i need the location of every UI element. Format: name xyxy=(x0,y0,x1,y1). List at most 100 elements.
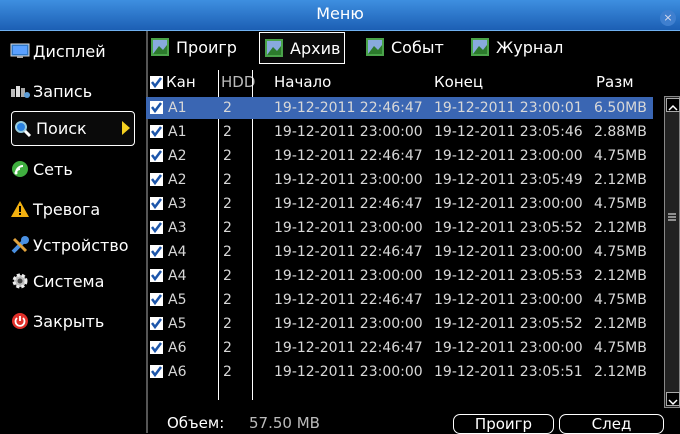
sidebar: Дисплей Запись Поиск Сеть Тревога Устрой… xyxy=(0,31,148,433)
cell-end: 19-12-2011 23:05:52 xyxy=(434,316,583,332)
row-checkbox[interactable] xyxy=(150,341,163,354)
scroll-thumb[interactable] xyxy=(668,207,676,221)
cell-channel: A5 xyxy=(168,292,187,308)
sidebar-item-network[interactable]: Сеть xyxy=(9,153,145,185)
network-icon xyxy=(9,158,31,180)
row-checkbox[interactable] xyxy=(150,293,163,306)
play-button[interactable]: Проигр xyxy=(453,414,554,434)
cell-size: 2.12MB xyxy=(594,268,647,284)
row-checkbox[interactable] xyxy=(150,269,163,282)
volume-label: Объем: xyxy=(167,414,225,432)
tools-icon xyxy=(9,234,31,256)
cell-size: 2.12MB xyxy=(594,316,647,332)
row-checkbox[interactable] xyxy=(150,317,163,330)
cell-hdd: 2 xyxy=(223,268,232,284)
sidebar-item-system[interactable]: Система xyxy=(9,265,145,297)
row-checkbox[interactable] xyxy=(150,101,163,114)
cell-end: 19-12-2011 23:05:51 xyxy=(434,364,583,380)
cell-end: 19-12-2011 23:00:00 xyxy=(434,196,583,212)
next-button[interactable]: След xyxy=(559,414,664,434)
close-icon[interactable]: × xyxy=(660,10,676,26)
tab-label: Событ xyxy=(391,37,444,57)
cell-size: 4.75MB xyxy=(594,196,647,212)
table-row[interactable]: A6 2 19-12-2011 23:00:00 19-12-2011 23:05:5… xyxy=(146,361,653,383)
row-checkbox[interactable] xyxy=(150,245,163,258)
table-row[interactable]: A1 2 19-12-2011 23:00:00 19-12-2011 23:05:4… xyxy=(146,121,653,143)
table-row[interactable]: A6 2 19-12-2011 22:46:47 19-12-2011 23:00:0… xyxy=(146,337,653,359)
tab-journal[interactable]: Журнал xyxy=(470,33,563,61)
sidebar-item-record[interactable]: Запись xyxy=(9,75,145,107)
dvr-menu-window: Меню × Дисплей Запись Поиск Сеть Тревога… xyxy=(0,0,680,434)
sidebar-item-search[interactable]: Поиск xyxy=(11,111,135,146)
sidebar-item-label: Дисплей xyxy=(33,41,106,61)
tab-playback[interactable]: Проигр xyxy=(150,33,237,61)
title-bar: Меню × xyxy=(0,0,680,31)
table-row[interactable]: A5 2 19-12-2011 23:00:00 19-12-2011 23:05:5… xyxy=(146,313,653,335)
cell-hdd: 2 xyxy=(223,196,232,212)
cell-end: 19-12-2011 23:00:00 xyxy=(434,340,583,356)
scrollbar[interactable] xyxy=(664,96,680,408)
table-row[interactable]: A4 2 19-12-2011 23:00:00 19-12-2011 23:05:5… xyxy=(146,265,653,287)
cell-end: 19-12-2011 23:00:00 xyxy=(434,292,583,308)
cell-end: 19-12-2011 23:05:49 xyxy=(434,172,583,188)
cell-hdd: 2 xyxy=(223,100,232,116)
cell-hdd: 2 xyxy=(223,292,232,308)
sidebar-item-label: Закрыть xyxy=(33,311,105,331)
image-icon xyxy=(265,39,283,57)
gear-icon xyxy=(9,270,31,292)
cell-channel: A4 xyxy=(168,268,187,284)
search-icon xyxy=(12,118,34,140)
tab-archive[interactable]: Архив xyxy=(259,32,346,64)
cell-hdd: 2 xyxy=(223,316,232,332)
table-row[interactable]: A5 2 19-12-2011 22:46:47 19-12-2011 23:00:0… xyxy=(146,289,653,311)
cell-start: 19-12-2011 22:46:47 xyxy=(274,292,423,308)
row-checkbox[interactable] xyxy=(150,197,163,210)
scroll-down-icon[interactable] xyxy=(666,392,680,406)
cell-start: 19-12-2011 23:00:00 xyxy=(274,316,423,332)
cell-hdd: 2 xyxy=(223,244,232,260)
tab-events[interactable]: Событ xyxy=(365,33,444,61)
row-checkbox[interactable] xyxy=(150,365,163,378)
sidebar-item-alarm[interactable]: Тревога xyxy=(9,193,145,225)
image-icon xyxy=(471,38,489,56)
cell-hdd: 2 xyxy=(223,364,232,380)
tab-label: Проигр xyxy=(176,37,237,57)
row-checkbox[interactable] xyxy=(150,125,163,138)
row-checkbox[interactable] xyxy=(150,149,163,162)
cell-hdd: 2 xyxy=(223,340,232,356)
sidebar-item-close[interactable]: Закрыть xyxy=(9,305,145,337)
cell-channel: A2 xyxy=(168,172,187,188)
table-row[interactable]: A3 2 19-12-2011 22:46:47 19-12-2011 23:00:0… xyxy=(146,193,653,215)
image-icon xyxy=(366,38,384,56)
cell-start: 19-12-2011 23:00:00 xyxy=(274,268,423,284)
cell-start: 19-12-2011 23:00:00 xyxy=(274,220,423,236)
tab-bar: Проигр Архив Событ Журнал xyxy=(146,31,680,65)
cell-size: 4.75MB xyxy=(594,292,647,308)
row-checkbox[interactable] xyxy=(150,173,163,186)
table-row[interactable]: A2 2 19-12-2011 22:46:47 19-12-2011 23:00:0… xyxy=(146,145,653,167)
scroll-up-icon[interactable] xyxy=(666,98,680,112)
cell-channel: A5 xyxy=(168,316,187,332)
header-channel-label: Кан xyxy=(166,73,196,91)
cell-channel: A1 xyxy=(168,124,187,140)
cell-end: 19-12-2011 23:05:46 xyxy=(434,124,583,140)
cell-hdd: 2 xyxy=(223,124,232,140)
cell-channel: A3 xyxy=(168,220,187,236)
select-all-checkbox[interactable] xyxy=(150,75,163,89)
cell-end: 19-12-2011 23:05:53 xyxy=(434,268,583,284)
table-row[interactable]: A4 2 19-12-2011 22:46:47 19-12-2011 23:00:0… xyxy=(146,241,653,263)
sidebar-item-display[interactable]: Дисплей xyxy=(9,35,145,67)
cell-start: 19-12-2011 22:46:47 xyxy=(274,196,423,212)
cell-size: 6.50MB xyxy=(594,100,647,116)
image-icon xyxy=(151,38,169,56)
table-row[interactable]: A2 2 19-12-2011 23:00:00 19-12-2011 23:05:4… xyxy=(146,169,653,191)
row-checkbox[interactable] xyxy=(150,221,163,234)
cell-channel: A2 xyxy=(168,148,187,164)
cell-channel: A1 xyxy=(168,100,187,116)
sidebar-item-device[interactable]: Устройство xyxy=(9,229,145,261)
table-row[interactable]: A1 2 19-12-2011 22:46:47 19-12-2011 23:00:0… xyxy=(146,97,653,119)
header-hdd: HDD xyxy=(221,73,256,91)
table-row[interactable]: A3 2 19-12-2011 23:00:00 19-12-2011 23:05:5… xyxy=(146,217,653,239)
header-channel[interactable]: Кан xyxy=(150,70,196,94)
cell-size: 2.12MB xyxy=(594,172,647,188)
